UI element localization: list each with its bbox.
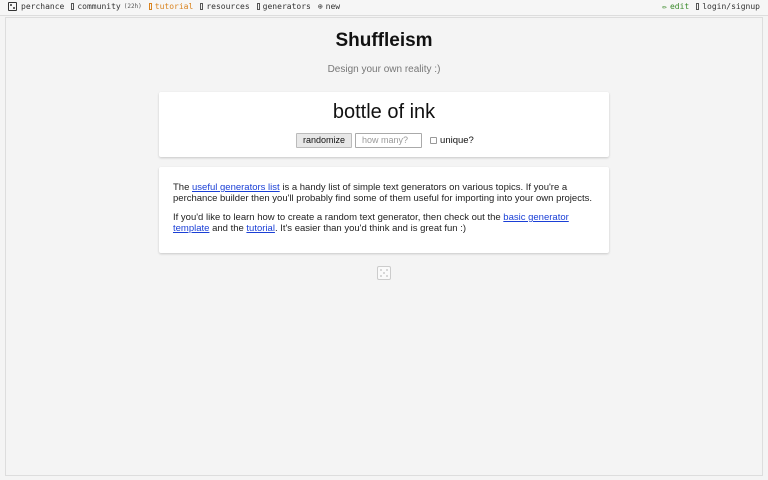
- nav-item-community[interactable]: community (22h): [71, 2, 142, 11]
- useful-generators-link[interactable]: useful generators list: [192, 182, 280, 193]
- bookmark-icon: [200, 3, 204, 10]
- book-icon: [148, 3, 152, 10]
- nav-label-community: community: [77, 2, 121, 11]
- nav-label-generators: generators: [262, 2, 311, 11]
- generator-controls: randomize unique?: [296, 132, 474, 148]
- top-nav-bar: perchance community (22h) tutorial resou…: [0, 0, 768, 16]
- nav-item-resources[interactable]: resources: [200, 2, 250, 11]
- generator-output: bottle of ink: [332, 101, 436, 123]
- page-title: Shuffleism: [335, 30, 433, 51]
- nav-label-login: login/signup: [702, 2, 760, 11]
- nav-label-perchance: perchance: [21, 2, 65, 11]
- count-input[interactable]: [355, 132, 423, 148]
- dice-logo-icon[interactable]: [377, 266, 391, 280]
- nav-label-edit: edit: [669, 2, 690, 11]
- randomize-button[interactable]: randomize: [296, 132, 353, 148]
- user-icon: [696, 3, 700, 10]
- info-text: and the: [209, 223, 247, 234]
- info-paragraph-2: If you'd like to learn how to create a r…: [173, 212, 595, 234]
- nav-item-perchance[interactable]: perchance: [8, 2, 64, 11]
- nav-item-login[interactable]: login/signup: [696, 2, 760, 11]
- nav-right: ✏ edit login/signup: [662, 2, 760, 11]
- chat-icon: [71, 3, 75, 10]
- nav-item-edit[interactable]: ✏ edit: [662, 2, 689, 11]
- info-text: The: [173, 182, 193, 193]
- unique-label: unique?: [440, 134, 474, 146]
- info-card: The useful generators list is a handy li…: [159, 167, 609, 253]
- pencil-icon: ✏: [662, 1, 667, 11]
- tutorial-link[interactable]: tutorial: [246, 223, 275, 234]
- page-subtitle: Design your own reality :): [327, 64, 441, 75]
- nav-label-new: new: [325, 2, 341, 11]
- community-badge: (22h): [123, 3, 142, 10]
- nav-item-generators[interactable]: generators: [256, 2, 311, 11]
- info-text: If you'd like to learn how to create a r…: [173, 212, 504, 223]
- unique-checkbox[interactable]: [430, 136, 438, 144]
- list-icon: [256, 3, 260, 10]
- info-text: . It's easier than you'd think and is gr…: [274, 223, 467, 234]
- nav-item-new[interactable]: ⊕ new: [318, 2, 340, 11]
- info-paragraph-1: The useful generators list is a handy li…: [173, 182, 595, 204]
- nav-label-resources: resources: [206, 2, 250, 11]
- generator-card: bottle of ink randomize unique?: [159, 92, 609, 157]
- dice-icon: [8, 2, 17, 11]
- nav-left: perchance community (22h) tutorial resou…: [8, 2, 347, 11]
- plus-circle-icon: ⊕: [317, 1, 323, 11]
- nav-label-tutorial: tutorial: [154, 2, 194, 11]
- nav-item-tutorial[interactable]: tutorial: [148, 2, 194, 11]
